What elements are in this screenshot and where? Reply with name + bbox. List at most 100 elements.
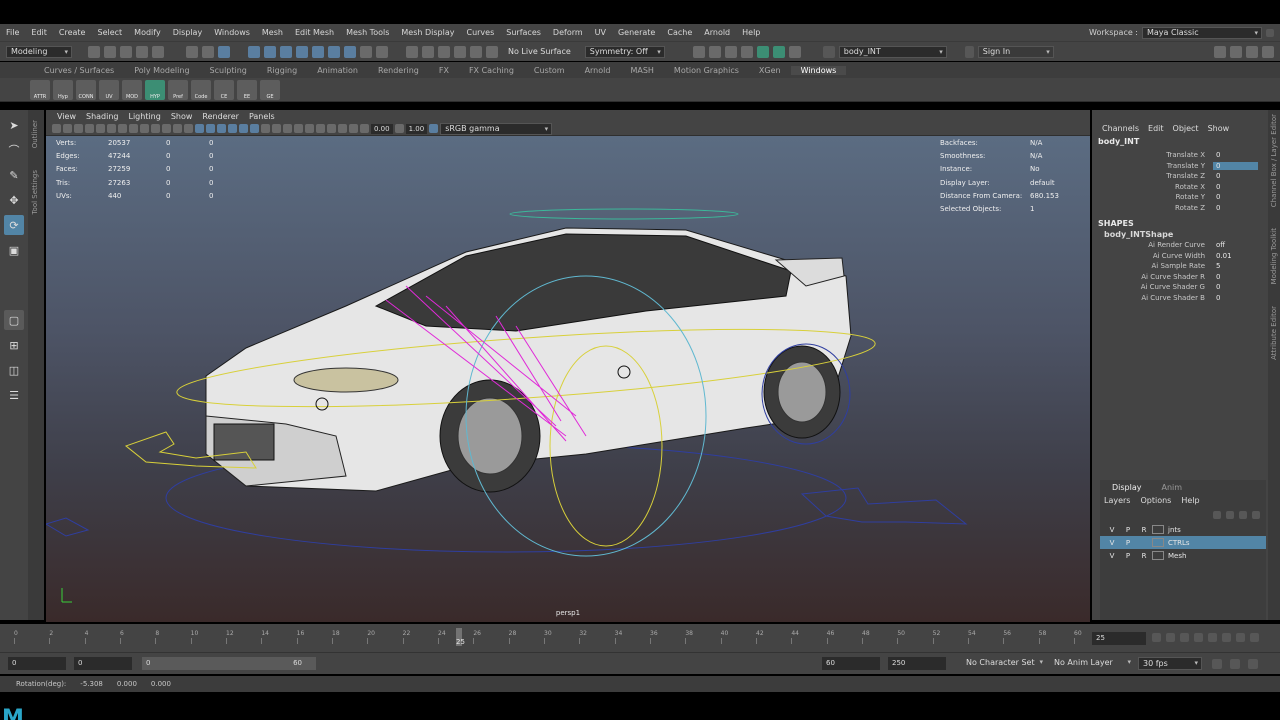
channel-name[interactable]: Ai Curve Shader R <box>1092 273 1213 281</box>
depth-of-field-icon[interactable] <box>305 124 314 133</box>
menu-item[interactable]: Display <box>167 28 209 37</box>
textured-icon[interactable] <box>239 124 248 133</box>
render-icon[interactable] <box>692 45 705 58</box>
channel-name[interactable]: Translate X <box>1092 151 1213 159</box>
shelf-button-icon[interactable]: EE <box>237 79 257 100</box>
play-forwards-icon[interactable] <box>1208 633 1217 642</box>
shelf-tab[interactable]: XGen <box>749 66 791 75</box>
channel-name[interactable]: Translate Y <box>1092 162 1213 170</box>
channel-value-field[interactable]: 0 <box>1213 204 1258 212</box>
shelf-button-icon[interactable]: UV <box>99 79 119 100</box>
anti-alias-icon[interactable] <box>294 124 303 133</box>
tool-settings-icon[interactable] <box>1246 45 1258 58</box>
shelf-tab[interactable]: Rendering <box>368 66 429 75</box>
gate-mask-icon[interactable] <box>151 124 160 133</box>
ao-icon[interactable] <box>272 124 281 133</box>
layer-color-swatch[interactable] <box>1152 538 1164 547</box>
2d-pan-icon[interactable] <box>96 124 105 133</box>
open-scene-icon[interactable] <box>104 45 116 58</box>
bookmark-icon[interactable] <box>74 124 83 133</box>
snap-view-icon[interactable] <box>454 45 466 58</box>
shape-node-name[interactable]: body_INTShape <box>1092 228 1268 240</box>
four-view-icon[interactable]: ⊞ <box>4 335 24 355</box>
current-frame-field[interactable]: 25 <box>1092 632 1146 645</box>
menu-item[interactable]: Surfaces <box>500 28 547 37</box>
channel-value-field[interactable]: 0 <box>1213 151 1258 159</box>
shelf-button-icon[interactable]: GE <box>260 79 280 100</box>
channel-value-field[interactable]: 0 <box>1213 294 1258 302</box>
safe-title-icon[interactable] <box>184 124 193 133</box>
input-field-icon[interactable] <box>822 45 835 58</box>
layer-reference-toggle[interactable]: R <box>1136 526 1152 534</box>
layer-row[interactable]: V P R Mesh <box>1100 549 1266 562</box>
tool-settings-tab[interactable]: Tool Settings <box>31 170 39 215</box>
image-plane-icon[interactable] <box>85 124 94 133</box>
menu-item[interactable]: Edit <box>25 28 53 37</box>
scene-start-field[interactable]: 0 <box>8 657 66 670</box>
shelf-button-icon[interactable]: ATTR <box>30 79 50 100</box>
menu-item[interactable]: Mesh Tools <box>340 28 395 37</box>
step-forward-key-icon[interactable] <box>1236 633 1245 642</box>
go-to-end-icon[interactable] <box>1250 633 1259 642</box>
viewport-menu-item[interactable]: Shading <box>81 112 124 121</box>
layer-editor-tab[interactable]: Display <box>1112 483 1142 492</box>
channel-row[interactable]: Rotate Z0 <box>1092 203 1268 214</box>
new-empty-layer-icon[interactable] <box>1239 511 1247 519</box>
menu-item[interactable]: Edit Mesh <box>289 28 340 37</box>
lasso-tool-icon[interactable]: ⌒ <box>4 140 24 160</box>
layer-playback-toggle[interactable]: P <box>1120 526 1136 534</box>
layer-color-swatch[interactable] <box>1152 525 1164 534</box>
step-back-frame-icon[interactable] <box>1180 633 1189 642</box>
move-tool-icon[interactable]: ✥ <box>4 190 24 210</box>
shelf-tab[interactable]: Curves / Surfaces <box>34 66 124 75</box>
render-settings-icon[interactable] <box>740 45 753 58</box>
save-scene-icon[interactable] <box>120 45 132 58</box>
layer-name[interactable]: CTRLs <box>1168 539 1190 547</box>
perspective-viewport[interactable]: Verts: 20537 0 0 Edges: 47244 0 0 Faces: 27259 0 0 T… <box>46 136 1090 622</box>
default-material-icon[interactable] <box>217 124 226 133</box>
scale-tool-icon[interactable]: ▣ <box>4 240 24 260</box>
shelf-tab[interactable]: FX <box>429 66 459 75</box>
smooth-shade-icon[interactable] <box>206 124 215 133</box>
fps-dropdown[interactable]: 30 fps <box>1138 657 1202 670</box>
select-deform-icon[interactable] <box>344 45 356 58</box>
shape-channel-row[interactable]: Ai Render Curve off <box>1092 240 1268 251</box>
channel-box-icon[interactable] <box>1262 45 1274 58</box>
anim-layer-dropdown[interactable]: No Anim Layer <box>1050 657 1134 670</box>
playback-start-field[interactable]: 0 <box>74 657 132 670</box>
shelf-button-icon[interactable]: CE <box>214 79 234 100</box>
menu-item[interactable]: Windows <box>208 28 256 37</box>
shelf-tab[interactable]: Poly Modeling <box>124 66 199 75</box>
sign-in-button[interactable]: Sign In <box>977 45 1054 58</box>
color-management-icon[interactable] <box>429 124 439 133</box>
snap-live-icon[interactable] <box>486 45 498 58</box>
shelf-tab[interactable]: Rigging <box>257 66 307 75</box>
viewport-menu-item[interactable]: Renderer <box>197 112 244 121</box>
viewport-menu-item[interactable]: Lighting <box>123 112 165 121</box>
xray-components-icon[interactable] <box>349 124 358 133</box>
persp-outliner-icon[interactable]: ◫ <box>4 360 24 380</box>
shadows-icon[interactable] <box>261 124 270 133</box>
ipr-icon[interactable] <box>724 45 737 58</box>
object-name-field[interactable]: body_INT <box>838 45 947 58</box>
shelf-button-icon[interactable]: MOD <box>122 79 142 100</box>
snap-point-icon[interactable] <box>438 45 450 58</box>
viewport-menu-item[interactable]: Show <box>166 112 198 121</box>
channel-box-menu-item[interactable]: Object <box>1173 124 1204 133</box>
channel-value-field[interactable]: 0 <box>1213 172 1258 180</box>
select-surface-icon[interactable] <box>328 45 340 58</box>
channel-name[interactable]: Rotate X <box>1092 183 1213 191</box>
lock-icon[interactable] <box>360 45 372 58</box>
menu-item[interactable]: Cache <box>661 28 698 37</box>
attribute-editor-icon[interactable] <box>1230 45 1242 58</box>
menu-item[interactable]: Select <box>91 28 128 37</box>
shelf-button-icon[interactable]: Pref <box>168 79 188 100</box>
isolate-select-icon[interactable] <box>316 124 325 133</box>
layer-editor-menu-item[interactable]: Help <box>1181 496 1199 505</box>
paint-select-tool-icon[interactable]: ✎ <box>4 165 24 185</box>
layer-visibility-toggle[interactable]: V <box>1104 526 1120 534</box>
channel-name[interactable]: Rotate Y <box>1092 193 1213 201</box>
menu-item[interactable]: Arnold <box>698 28 736 37</box>
shelf-button-icon[interactable]: Code <box>191 79 211 100</box>
gamma-field[interactable]: 1.00 <box>405 123 428 134</box>
